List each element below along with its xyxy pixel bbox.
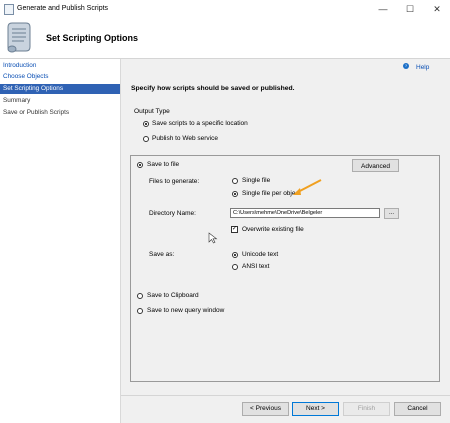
unicode-text-label[interactable]: Unicode text bbox=[242, 251, 278, 258]
radio-publish-web-service[interactable] bbox=[143, 136, 149, 142]
finish-button: Finish bbox=[343, 402, 390, 416]
save-as-label: Save as: bbox=[149, 251, 175, 258]
sidebar-item-set-scripting-options[interactable]: Set Scripting Options bbox=[0, 84, 120, 94]
instruction-text: Specify how scripts should be saved or p… bbox=[131, 85, 295, 92]
radio-save-to-query-window[interactable] bbox=[137, 308, 143, 314]
page-title: Set Scripting Options bbox=[46, 33, 139, 43]
single-file-label[interactable]: Single file bbox=[242, 177, 270, 184]
next-button[interactable]: Next > bbox=[292, 402, 339, 416]
sidebar-item-save-or-publish: Save or Publish Scripts bbox=[3, 109, 70, 116]
help-link[interactable]: Help bbox=[416, 64, 429, 71]
overwrite-checkbox[interactable]: ✓ bbox=[231, 226, 238, 233]
annotation-arrow-icon bbox=[293, 179, 322, 195]
save-to-file-label[interactable]: Save to file bbox=[147, 161, 179, 168]
save-to-clipboard-label[interactable]: Save to Clipboard bbox=[147, 292, 199, 299]
sidebar-item-label: Set Scripting Options bbox=[3, 85, 64, 92]
window-title: Generate and Publish Scripts bbox=[17, 5, 109, 12]
files-to-generate-label: Files to generate: bbox=[149, 178, 200, 185]
radio-save-to-file[interactable] bbox=[137, 162, 143, 168]
minimize-button[interactable]: — bbox=[370, 2, 396, 16]
browse-button[interactable]: ... bbox=[384, 208, 399, 219]
scroll-icon bbox=[7, 22, 31, 53]
sidebar-item-summary: Summary bbox=[3, 97, 31, 104]
sidebar-item-choose-objects[interactable]: Choose Objects bbox=[3, 72, 48, 82]
overwrite-label[interactable]: Overwrite existing file bbox=[242, 226, 304, 233]
app-icon bbox=[4, 4, 14, 15]
radio-unicode-text[interactable] bbox=[232, 252, 238, 258]
radio-save-to-clipboard[interactable] bbox=[137, 293, 143, 299]
sidebar-item-introduction[interactable]: Introduction bbox=[3, 61, 36, 71]
maximize-button[interactable]: ☐ bbox=[397, 2, 423, 16]
directory-name-label: Directory Name: bbox=[149, 210, 196, 217]
save-to-location-label[interactable]: Save scripts to a specific location bbox=[152, 120, 248, 127]
previous-button[interactable]: < Previous bbox=[242, 402, 289, 416]
ansi-text-label[interactable]: ANSI text bbox=[242, 263, 269, 270]
advanced-button[interactable]: Advanced bbox=[352, 159, 399, 172]
directory-input[interactable]: C:\Users\mehme\OneDrive\Belgeler bbox=[230, 208, 380, 218]
help-icon[interactable]: ? bbox=[403, 63, 409, 69]
footer-divider bbox=[121, 395, 450, 396]
save-to-query-window-label[interactable]: Save to new query window bbox=[147, 307, 224, 314]
radio-single-file[interactable] bbox=[232, 178, 238, 184]
radio-ansi-text[interactable] bbox=[232, 264, 238, 270]
output-type-label: Output Type bbox=[134, 108, 170, 115]
publish-web-service-label[interactable]: Publish to Web service bbox=[152, 135, 218, 142]
close-button[interactable]: ✕ bbox=[424, 2, 450, 16]
cancel-button[interactable]: Cancel bbox=[394, 402, 441, 416]
mouse-cursor-icon bbox=[208, 232, 218, 244]
radio-single-file-per-object[interactable] bbox=[232, 191, 238, 197]
radio-save-to-location[interactable] bbox=[143, 121, 149, 127]
